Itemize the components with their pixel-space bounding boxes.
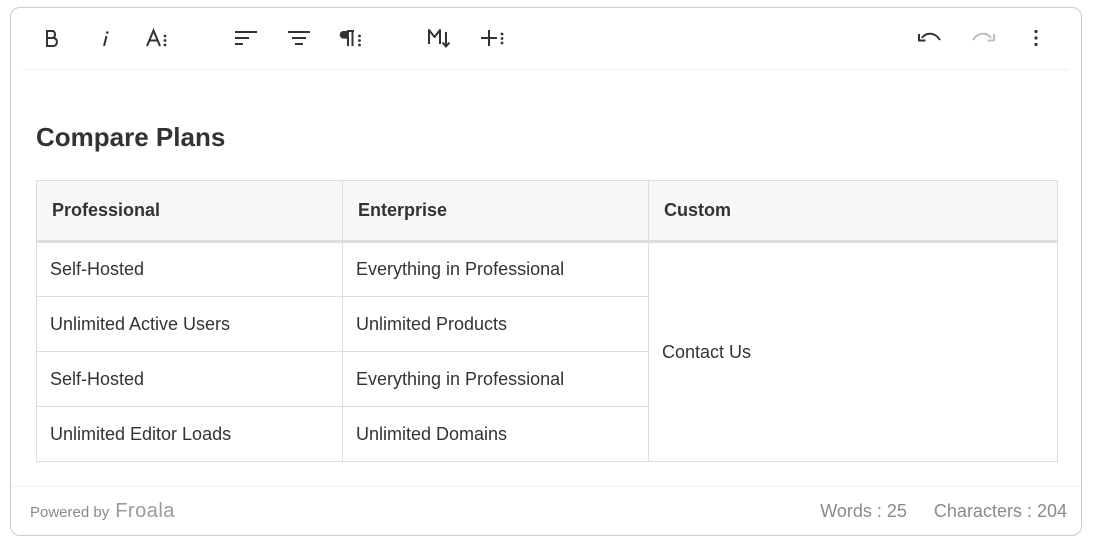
table-cell[interactable]: Self-Hosted <box>36 351 343 407</box>
table-cell[interactable]: Unlimited Products <box>342 296 649 352</box>
table-cell[interactable]: Everything in Professional <box>342 351 649 407</box>
insert-more-button[interactable] <box>475 20 511 56</box>
redo-button[interactable] <box>965 20 1001 56</box>
powered-by-label: Powered by <box>30 504 110 521</box>
contact-us-cell[interactable]: Contact Us <box>648 241 1058 462</box>
counters: Words : 25 Characters : 204 <box>820 501 1067 522</box>
table-cell[interactable]: Unlimited Editor Loads <box>36 406 343 462</box>
markdown-icon <box>428 29 451 49</box>
header-cell[interactable]: Custom <box>648 180 1058 243</box>
table-header-row: Professional Enterprise Custom <box>36 180 1058 243</box>
vertical-dots-icon <box>1034 29 1038 47</box>
undo-icon <box>918 32 941 42</box>
italic-button[interactable] <box>87 20 123 56</box>
italic-icon <box>103 31 109 47</box>
table-cell[interactable]: Unlimited Domains <box>342 406 649 462</box>
header-cell[interactable]: Professional <box>36 180 343 243</box>
paragraph-format-button[interactable] <box>334 20 370 56</box>
header-cell[interactable]: Enterprise <box>342 180 649 243</box>
table-row: Self-Hosted Everything in Professional C… <box>36 241 1058 462</box>
text-format-button[interactable] <box>140 20 176 56</box>
plus-more-icon <box>481 30 504 46</box>
table-cell[interactable]: Self-Hosted <box>36 241 343 297</box>
bold-button[interactable] <box>34 20 70 56</box>
toolbar <box>11 8 1081 69</box>
plans-table: Professional Enterprise Custom Self-Host… <box>36 180 1058 462</box>
page-title: Compare Plans <box>36 122 226 152</box>
align-left-icon <box>235 31 257 45</box>
align-left-button[interactable] <box>228 20 264 56</box>
rich-text-editor: Compare Plans Professional Enterprise Cu… <box>10 7 1082 536</box>
undo-button[interactable] <box>912 20 948 56</box>
font-size-more-icon <box>146 28 167 47</box>
froala-logo: Froala <box>115 500 175 522</box>
word-count: Words : 25 <box>820 501 907 521</box>
powered-by-link[interactable]: Powered by Froala <box>30 500 175 523</box>
character-count: Characters : 204 <box>933 501 1067 521</box>
footer-divider <box>11 486 1081 487</box>
toolbar-divider <box>23 69 1069 70</box>
paragraph-more-icon <box>339 30 361 47</box>
bold-icon <box>46 30 58 47</box>
markdown-button[interactable] <box>422 20 458 56</box>
redo-icon <box>972 32 995 42</box>
more-options-button[interactable] <box>1018 20 1054 56</box>
align-center-icon <box>288 31 310 45</box>
table-cell[interactable]: Unlimited Active Users <box>36 296 343 352</box>
table-cell[interactable]: Everything in Professional <box>342 241 649 297</box>
align-center-button[interactable] <box>281 20 317 56</box>
